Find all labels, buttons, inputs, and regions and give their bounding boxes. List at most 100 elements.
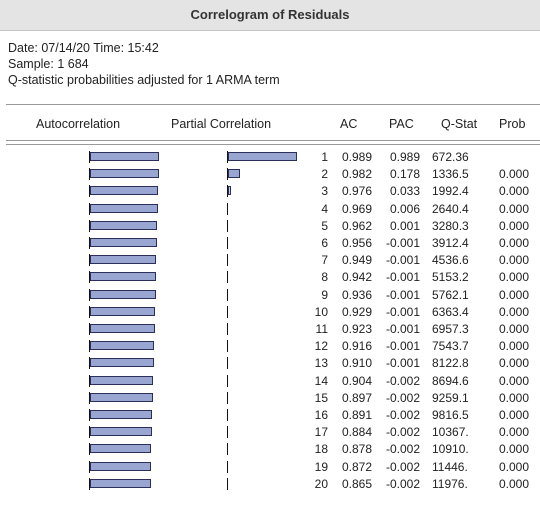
ac-bar (90, 444, 152, 454)
ac-bar (90, 186, 159, 196)
lag-cell: 4 (321, 201, 328, 216)
lag-cell: 15 (314, 390, 328, 405)
pac-axis-mark (227, 426, 228, 439)
pac-cell: -0.001 (385, 304, 420, 319)
pac-cell: -0.001 (385, 356, 420, 371)
prob-cell: 0.000 (499, 356, 530, 371)
pac-bar (228, 169, 241, 179)
qstat-cell: 8694.6 (432, 373, 469, 388)
ac-cell: 0.904 (341, 373, 372, 388)
pac-cell: -0.002 (385, 390, 420, 405)
prob-cell: 0.000 (499, 408, 530, 422)
pac-axis-mark (227, 477, 228, 490)
prob-cell: 0.000 (499, 184, 530, 199)
pac-cell: -0.001 (385, 270, 420, 285)
lag-cell: 5 (321, 218, 328, 233)
prob-cell: 0.000 (499, 201, 530, 216)
date-time-line: Date: 07/14/20 Time: 15:42 (8, 41, 159, 55)
qstat-cell: 11446. (432, 459, 468, 474)
ac-cell: 0.989 (341, 150, 372, 164)
qstat-cell: 7543.7 (432, 339, 469, 354)
header-pac: PAC (389, 117, 414, 131)
lag-cell: 7 (321, 253, 328, 268)
table-row: 10 0.929 -0.001 6363.4 0.000 (0, 303, 540, 320)
table-row: 17 0.884 -0.002 10367. 0.000 (0, 423, 540, 440)
qstat-cell: 2640.4 (432, 201, 469, 216)
ac-cell: 0.936 (341, 287, 372, 302)
table-row: 20 0.865 -0.002 11976. 0.000 (0, 475, 540, 492)
pac-axis-mark (227, 391, 228, 404)
table-row: 4 0.969 0.006 2640.4 0.000 (0, 200, 540, 217)
prob-cell: 0.000 (499, 322, 530, 336)
pac-axis-mark (227, 340, 228, 353)
prob-cell: 0.000 (499, 390, 530, 405)
pac-cell: -0.001 (385, 253, 420, 268)
table-row: 9 0.936 -0.001 5762.1 0.000 (0, 286, 540, 303)
lag-cell: 18 (314, 442, 328, 457)
pac-axis-mark (227, 202, 228, 215)
prob-cell: 0.000 (499, 253, 530, 268)
pac-axis-mark (227, 288, 228, 301)
table-row: 13 0.910 -0.001 8122.8 0.000 (0, 354, 540, 371)
ac-cell: 0.923 (341, 322, 372, 336)
table-row: 1 0.989 0.989 672.36 (0, 148, 540, 165)
table-row: 16 0.891 -0.002 9816.5 0.000 (0, 406, 540, 423)
pac-axis-mark (227, 305, 228, 318)
qstat-cell: 11976. (432, 476, 468, 491)
lag-cell: 10 (314, 304, 328, 319)
lag-cell: 20 (314, 476, 328, 491)
ac-cell: 0.891 (341, 408, 372, 422)
pac-axis-mark (227, 254, 228, 267)
lag-cell: 14 (314, 373, 328, 388)
ac-cell: 0.916 (341, 339, 372, 354)
pac-axis-mark (227, 409, 228, 421)
ac-bar (90, 152, 160, 161)
prob-cell: 0.000 (499, 339, 530, 354)
ac-cell: 0.976 (341, 184, 372, 199)
header-ac: AC (340, 117, 358, 131)
pac-cell: 0.006 (389, 201, 420, 216)
ac-cell: 0.878 (341, 442, 372, 457)
ac-cell: 0.897 (341, 390, 372, 405)
pac-cell: 0.001 (389, 218, 420, 233)
lag-cell: 1 (321, 150, 328, 164)
header-bottom-rule (6, 140, 540, 141)
lag-cell: 12 (314, 339, 328, 354)
table-row: 5 0.962 0.001 3280.3 0.000 (0, 217, 540, 234)
qstat-cell: 9259.1 (432, 390, 469, 405)
pac-bar (228, 152, 298, 161)
sample-line: Sample: 1 684 (8, 57, 89, 71)
lag-cell: 19 (314, 459, 328, 474)
ac-bar (90, 478, 151, 488)
qstat-cell: 10367. (432, 425, 469, 440)
header-partial-correlation: Partial Correlation (171, 117, 272, 131)
pac-cell: -0.001 (385, 322, 420, 336)
ac-cell: 0.929 (341, 304, 372, 319)
pac-axis-mark (227, 374, 228, 387)
ac-bar (90, 220, 158, 230)
table-row: 3 0.976 0.033 1992.4 0.000 (0, 182, 540, 199)
ac-cell: 0.865 (341, 476, 372, 491)
ac-bar (90, 375, 154, 385)
pac-axis-mark (227, 237, 228, 249)
qstat-cell: 10910. (432, 442, 469, 457)
ac-bar (90, 289, 156, 299)
ac-cell: 0.962 (341, 218, 372, 233)
pac-axis-mark (227, 357, 228, 370)
pac-axis-mark (227, 271, 228, 284)
table-row: 12 0.916 -0.001 7543.7 0.000 (0, 337, 540, 354)
ac-bar (90, 341, 155, 351)
pac-axis-mark (227, 460, 228, 473)
qstat-cell: 6957.3 (432, 322, 469, 336)
prob-cell: 0.000 (499, 442, 530, 457)
ac-cell: 0.956 (341, 236, 372, 250)
pac-bar (228, 186, 231, 196)
ac-bar (90, 203, 158, 213)
qstat-cell: 4536.6 (432, 253, 469, 268)
pac-cell: -0.001 (385, 339, 420, 354)
prob-cell: 0.000 (499, 287, 530, 302)
pac-cell: -0.001 (385, 287, 420, 302)
header-autocorrelation: Autocorrelation (36, 117, 121, 131)
pac-cell: -0.002 (385, 459, 420, 474)
window-title-bar: Correlogram of Residuals (0, 0, 540, 31)
